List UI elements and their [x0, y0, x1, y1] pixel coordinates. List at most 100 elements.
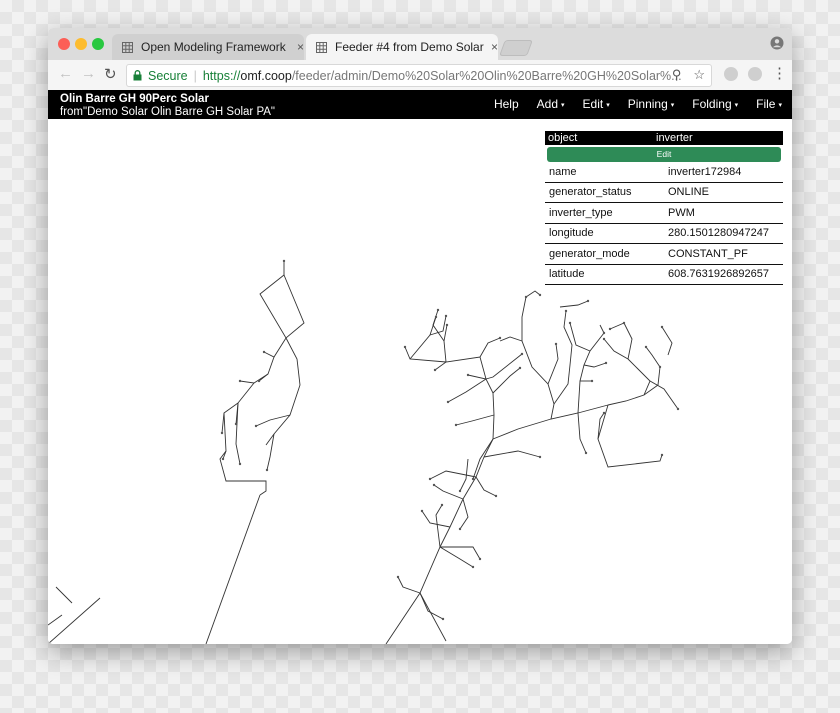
graph-node	[282, 259, 286, 263]
graph-node	[441, 617, 445, 621]
object-panel: object inverter Edit name inverter172984…	[545, 131, 783, 285]
browser-menu-icon[interactable]: ⋮	[772, 64, 787, 82]
menu-file[interactable]: File ▾	[756, 97, 782, 111]
graph-edge	[429, 470, 477, 480]
graph-node	[434, 315, 438, 319]
extension-icon[interactable]	[748, 67, 762, 81]
graph-edge	[397, 576, 421, 594]
graph-edge	[48, 614, 63, 626]
close-window-button[interactable]	[58, 38, 70, 50]
graph-edge	[577, 412, 587, 454]
graph-edge	[435, 504, 443, 548]
address-bar[interactable]: Secure | https:// omf.coop /feeder/admin…	[126, 64, 712, 87]
graph-node	[604, 361, 608, 365]
tab-feeder[interactable]: Feeder #4 from Demo Solar Ol ×	[306, 34, 498, 60]
property-value[interactable]: 608.7631926892657	[668, 268, 783, 280]
graph-edge	[661, 326, 673, 356]
tab-open-modeling-framework[interactable]: Open Modeling Framework ×	[112, 34, 304, 60]
graph-edge	[475, 476, 497, 497]
page-title: Olin Barre GH 90Perc Solar	[60, 93, 209, 105]
graph-edge	[48, 597, 101, 644]
graph-edge	[419, 592, 447, 642]
graph-node	[238, 462, 242, 466]
property-value[interactable]: PWM	[668, 207, 783, 219]
graph-edge	[433, 484, 464, 500]
back-button[interactable]: ←	[58, 65, 73, 82]
forward-button[interactable]: →	[81, 65, 96, 82]
menu-label: File	[756, 97, 776, 111]
maximize-window-button[interactable]	[92, 38, 104, 50]
graph-edge	[599, 324, 605, 334]
close-tab-icon[interactable]: ×	[491, 40, 498, 54]
menu-pinning[interactable]: Pinning ▾	[628, 97, 675, 111]
graph-edge	[553, 310, 573, 405]
graph-node	[658, 365, 662, 369]
graph-edge	[627, 358, 651, 396]
graph-node	[458, 527, 462, 531]
graph-node	[220, 431, 224, 435]
graph-edge	[55, 586, 73, 604]
property-key: generator_status	[549, 186, 632, 199]
graph-node	[458, 489, 462, 493]
property-value[interactable]: inverter172984	[668, 166, 783, 178]
graph-node	[440, 503, 444, 507]
edit-object-button[interactable]: Edit	[547, 147, 781, 162]
profile-icon[interactable]	[770, 36, 784, 50]
caret-down-icon: ▾	[670, 102, 675, 109]
close-tab-icon[interactable]: ×	[297, 40, 304, 54]
minimize-window-button[interactable]	[75, 38, 87, 50]
graph-node	[444, 314, 448, 318]
app-menu: Help Add ▾ Edit ▾ Pinning ▾ Folding ▾ File ▾	[494, 97, 782, 111]
graph-node	[454, 423, 458, 427]
graph-edge	[404, 346, 447, 363]
omnibox-actions: ⚲ ☆	[672, 67, 705, 83]
property-value[interactable]: ONLINE	[668, 186, 783, 198]
graph-edge	[219, 450, 267, 496]
graph-edge	[525, 290, 541, 298]
graph-node	[602, 337, 606, 341]
graph-node	[554, 342, 558, 346]
menu-folding[interactable]: Folding ▾	[692, 97, 738, 111]
menu-edit[interactable]: Edit ▾	[583, 97, 610, 111]
property-value[interactable]: 280.1501280947247	[668, 227, 783, 239]
zoom-icon[interactable]: ⚲	[672, 67, 682, 83]
url-scheme: https://	[202, 68, 241, 83]
graph-edge	[443, 324, 448, 363]
graph-edge	[265, 337, 301, 446]
graph-node	[436, 308, 440, 312]
graph-edge	[597, 404, 663, 468]
property-value[interactable]: CONSTANT_PF	[668, 248, 783, 260]
graph-edge	[547, 343, 559, 385]
grid-icon	[316, 41, 327, 53]
extension-icon[interactable]	[724, 67, 738, 81]
menu-add[interactable]: Add ▾	[537, 97, 565, 111]
graph-node	[538, 293, 542, 297]
graph-node	[445, 323, 449, 327]
url-host: omf.coop	[240, 68, 292, 83]
url-path: /feeder/admin/Demo%20Solar%20Olin%20Barr…	[291, 68, 682, 83]
graph-node	[257, 379, 261, 383]
menu-label: Add	[536, 97, 558, 111]
graph-node	[568, 321, 572, 325]
graph-edge	[235, 402, 241, 465]
property-row-name: name inverter172984	[545, 162, 783, 183]
property-row-inverter-type: inverter_type PWM	[545, 203, 783, 224]
reload-button[interactable]: ↻	[104, 65, 117, 83]
tab-title: Open Modeling Framework	[141, 40, 286, 54]
graph-node	[584, 451, 588, 455]
menu-label: Pinning	[627, 97, 668, 111]
graph-node	[622, 321, 626, 325]
star-icon[interactable]: ☆	[693, 67, 705, 83]
menu-label: Folding	[692, 97, 732, 111]
graph-node	[660, 453, 664, 457]
tab-title: Feeder #4 from Demo Solar Ol	[335, 40, 485, 54]
graph-node	[396, 575, 400, 579]
new-tab-button[interactable]	[499, 40, 533, 56]
menu-help[interactable]: Help	[494, 97, 519, 111]
page-subtitle: from"Demo Solar Olin Barre GH Solar PA"	[60, 106, 276, 118]
graph-node	[602, 331, 606, 335]
graph-node	[602, 411, 606, 415]
graph-edge	[657, 366, 661, 386]
property-key: longitude	[549, 227, 594, 240]
graph-edge	[479, 337, 501, 358]
